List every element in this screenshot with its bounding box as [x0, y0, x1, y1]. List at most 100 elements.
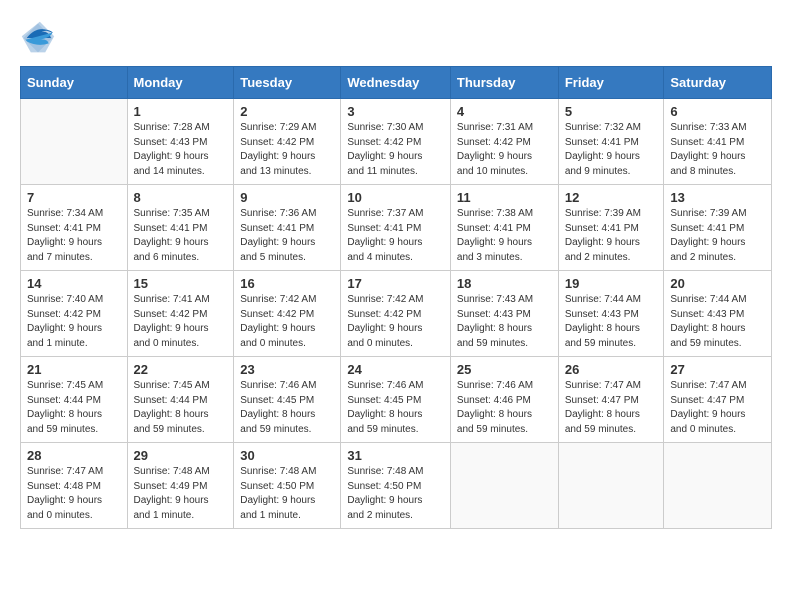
calendar-cell: 1 Sunrise: 7:28 AM Sunset: 4:43 PM Daylig…: [127, 99, 234, 185]
day-number: 6: [670, 104, 765, 119]
calendar-cell: 3Sunrise: 7:30 AM Sunset: 4:42 PM Daylig…: [341, 99, 451, 185]
week-row-4: 21 Sunrise: 7:45 AM Sunset: 4:44 PM Dayli…: [21, 357, 772, 443]
day-number: 16: [240, 276, 334, 291]
calendar-cell: 20 Sunrise: 7:44 AM Sunset: 4:43 PM Dayli…: [664, 271, 772, 357]
calendar-cell: 6 Sunrise: 7:33 AM Sunset: 4:41 PM Daylig…: [664, 99, 772, 185]
calendar-cell: [450, 443, 558, 529]
header-tuesday: Tuesday: [234, 67, 341, 99]
calendar-cell: 12Sunrise: 7:39 AM Sunset: 4:41 PM Dayli…: [558, 185, 664, 271]
day-info: Sunrise: 7:46 AM Sunset: 4:45 PM Dayligh…: [347, 379, 444, 437]
header-friday: Friday: [558, 67, 664, 99]
calendar-cell: 30Sunrise: 7:48 AM Sunset: 4:50 PM Dayli…: [234, 443, 341, 529]
calendar-table: SundayMondayTuesdayWednesdayThursdayFrid…: [20, 66, 772, 529]
day-number: 15: [134, 276, 228, 291]
week-row-1: 1 Sunrise: 7:28 AM Sunset: 4:43 PM Daylig…: [21, 99, 772, 185]
calendar-cell: 31 Sunrise: 7:48 AM Sunset: 4:50 PM Dayli…: [341, 443, 451, 529]
day-info: Sunrise: 7:32 AM Sunset: 4:41 PM Dayligh…: [565, 121, 658, 179]
day-number: 5: [565, 104, 658, 119]
header-thursday: Thursday: [450, 67, 558, 99]
day-info: Sunrise: 7:47 AM Sunset: 4:47 PM Dayligh…: [670, 379, 765, 437]
day-info: Sunrise: 7:44 AM Sunset: 4:43 PM Dayligh…: [670, 293, 765, 351]
day-info: Sunrise: 7:31 AM Sunset: 4:42 PM Dayligh…: [457, 121, 552, 179]
calendar-cell: 5 Sunrise: 7:32 AM Sunset: 4:41 PM Daylig…: [558, 99, 664, 185]
calendar-cell: 16 Sunrise: 7:42 AM Sunset: 4:42 PM Dayli…: [234, 271, 341, 357]
calendar-cell: [21, 99, 128, 185]
header-monday: Monday: [127, 67, 234, 99]
calendar-cell: 26 Sunrise: 7:47 AM Sunset: 4:47 PM Dayli…: [558, 357, 664, 443]
day-number: 28: [27, 448, 121, 463]
day-number: 12: [565, 190, 658, 205]
day-number: 1: [134, 104, 228, 119]
day-info: Sunrise: 7:45 AM Sunset: 4:44 PM Dayligh…: [27, 379, 121, 437]
day-number: 23: [240, 362, 334, 377]
day-info: Sunrise: 7:48 AM Sunset: 4:50 PM Dayligh…: [347, 465, 444, 523]
calendar-cell: [558, 443, 664, 529]
day-number: 29: [134, 448, 228, 463]
day-info: Sunrise: 7:44 AM Sunset: 4:43 PM Dayligh…: [565, 293, 658, 351]
calendar-cell: 28Sunrise: 7:47 AM Sunset: 4:48 PM Dayli…: [21, 443, 128, 529]
day-number: 8: [134, 190, 228, 205]
calendar-cell: 15 Sunrise: 7:41 AM Sunset: 4:42 PM Dayli…: [127, 271, 234, 357]
calendar-cell: 25 Sunrise: 7:46 AM Sunset: 4:46 PM Dayli…: [450, 357, 558, 443]
day-info: Sunrise: 7:43 AM Sunset: 4:43 PM Dayligh…: [457, 293, 552, 351]
day-number: 30: [240, 448, 334, 463]
day-number: 7: [27, 190, 121, 205]
day-info: Sunrise: 7:33 AM Sunset: 4:41 PM Dayligh…: [670, 121, 765, 179]
calendar-cell: 10 Sunrise: 7:37 AM Sunset: 4:41 PM Dayli…: [341, 185, 451, 271]
day-number: 21: [27, 362, 121, 377]
day-number: 25: [457, 362, 552, 377]
calendar-cell: 23 Sunrise: 7:46 AM Sunset: 4:45 PM Dayli…: [234, 357, 341, 443]
calendar-cell: 24 Sunrise: 7:46 AM Sunset: 4:45 PM Dayli…: [341, 357, 451, 443]
calendar-cell: 8 Sunrise: 7:35 AM Sunset: 4:41 PM Daylig…: [127, 185, 234, 271]
day-info: Sunrise: 7:47 AM Sunset: 4:47 PM Dayligh…: [565, 379, 658, 437]
day-info: Sunrise: 7:45 AM Sunset: 4:44 PM Dayligh…: [134, 379, 228, 437]
day-number: 24: [347, 362, 444, 377]
day-number: 20: [670, 276, 765, 291]
day-info: Sunrise: 7:38 AM Sunset: 4:41 PM Dayligh…: [457, 207, 552, 265]
day-number: 19: [565, 276, 658, 291]
day-info: Sunrise: 7:48 AM Sunset: 4:49 PM Dayligh…: [134, 465, 228, 523]
day-info: Sunrise: 7:41 AM Sunset: 4:42 PM Dayligh…: [134, 293, 228, 351]
calendar-cell: 9Sunrise: 7:36 AM Sunset: 4:41 PM Daylig…: [234, 185, 341, 271]
week-row-2: 7Sunrise: 7:34 AM Sunset: 4:41 PM Daylig…: [21, 185, 772, 271]
day-number: 17: [347, 276, 444, 291]
week-row-5: 28Sunrise: 7:47 AM Sunset: 4:48 PM Dayli…: [21, 443, 772, 529]
day-number: 11: [457, 190, 552, 205]
header-saturday: Saturday: [664, 67, 772, 99]
day-info: Sunrise: 7:28 AM Sunset: 4:43 PM Dayligh…: [134, 121, 228, 179]
week-row-3: 14Sunrise: 7:40 AM Sunset: 4:42 PM Dayli…: [21, 271, 772, 357]
calendar-cell: 19 Sunrise: 7:44 AM Sunset: 4:43 PM Dayli…: [558, 271, 664, 357]
calendar-cell: 17Sunrise: 7:42 AM Sunset: 4:42 PM Dayli…: [341, 271, 451, 357]
day-number: 10: [347, 190, 444, 205]
day-info: Sunrise: 7:36 AM Sunset: 4:41 PM Dayligh…: [240, 207, 334, 265]
calendar-cell: 22Sunrise: 7:45 AM Sunset: 4:44 PM Dayli…: [127, 357, 234, 443]
header-wednesday: Wednesday: [341, 67, 451, 99]
day-number: 18: [457, 276, 552, 291]
day-number: 13: [670, 190, 765, 205]
day-info: Sunrise: 7:39 AM Sunset: 4:41 PM Dayligh…: [670, 207, 765, 265]
logo: [20, 20, 60, 56]
calendar-cell: 27 Sunrise: 7:47 AM Sunset: 4:47 PM Dayli…: [664, 357, 772, 443]
calendar-cell: [664, 443, 772, 529]
day-number: 2: [240, 104, 334, 119]
day-info: Sunrise: 7:37 AM Sunset: 4:41 PM Dayligh…: [347, 207, 444, 265]
header-sunday: Sunday: [21, 67, 128, 99]
day-info: Sunrise: 7:46 AM Sunset: 4:46 PM Dayligh…: [457, 379, 552, 437]
calendar-cell: 11 Sunrise: 7:38 AM Sunset: 4:41 PM Dayli…: [450, 185, 558, 271]
day-number: 31: [347, 448, 444, 463]
page-header: [20, 20, 772, 56]
calendar-header-row: SundayMondayTuesdayWednesdayThursdayFrid…: [21, 67, 772, 99]
day-number: 14: [27, 276, 121, 291]
calendar-cell: 7Sunrise: 7:34 AM Sunset: 4:41 PM Daylig…: [21, 185, 128, 271]
day-number: 26: [565, 362, 658, 377]
calendar-cell: 14Sunrise: 7:40 AM Sunset: 4:42 PM Dayli…: [21, 271, 128, 357]
calendar-cell: 29 Sunrise: 7:48 AM Sunset: 4:49 PM Dayli…: [127, 443, 234, 529]
day-info: Sunrise: 7:46 AM Sunset: 4:45 PM Dayligh…: [240, 379, 334, 437]
day-info: Sunrise: 7:35 AM Sunset: 4:41 PM Dayligh…: [134, 207, 228, 265]
day-info: Sunrise: 7:30 AM Sunset: 4:42 PM Dayligh…: [347, 121, 444, 179]
day-info: Sunrise: 7:29 AM Sunset: 4:42 PM Dayligh…: [240, 121, 334, 179]
day-info: Sunrise: 7:42 AM Sunset: 4:42 PM Dayligh…: [240, 293, 334, 351]
day-number: 27: [670, 362, 765, 377]
calendar-cell: 4Sunrise: 7:31 AM Sunset: 4:42 PM Daylig…: [450, 99, 558, 185]
calendar-cell: 21 Sunrise: 7:45 AM Sunset: 4:44 PM Dayli…: [21, 357, 128, 443]
